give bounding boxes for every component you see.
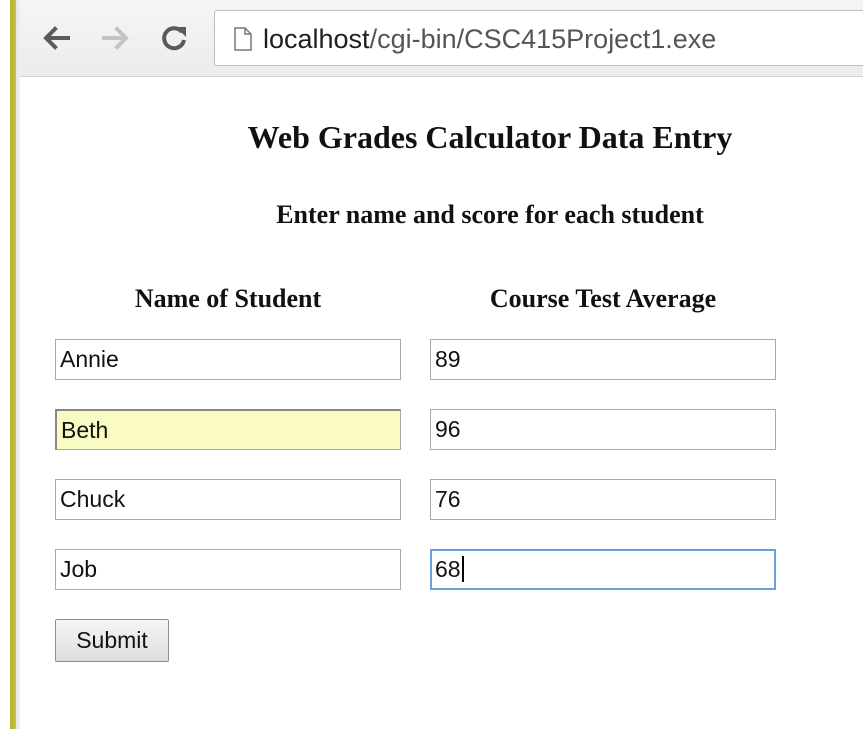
page-subtitle: Enter name and score for each student xyxy=(276,200,704,229)
window-edge xyxy=(0,0,20,729)
url-path: /cgi-bin/CSC415Project1.exe xyxy=(369,24,717,54)
score-input-4-value: 68 xyxy=(435,556,461,582)
submit-button[interactable]: Submit xyxy=(55,619,169,662)
student-score-input-3[interactable]: 76 xyxy=(430,479,776,520)
page-icon xyxy=(234,27,252,51)
browser-toolbar: localhost/cgi-bin/CSC415Project1.exe xyxy=(20,0,863,77)
student-name-input-2[interactable]: Beth xyxy=(55,409,401,450)
page-title: Web Grades Calculator Data Entry xyxy=(247,119,733,155)
text-cursor xyxy=(461,555,464,582)
student-name-input-4[interactable]: Job xyxy=(55,549,401,590)
back-button[interactable] xyxy=(38,20,74,56)
student-name-input-3[interactable]: Chuck xyxy=(55,479,401,520)
student-score-input-2[interactable]: 96 xyxy=(430,409,776,450)
student-name-input-1[interactable]: Annie xyxy=(55,339,401,380)
address-bar[interactable]: localhost/cgi-bin/CSC415Project1.exe xyxy=(214,10,863,66)
forward-arrow-icon xyxy=(102,26,129,50)
page-content: Web Grades Calculator Data Entry Enter n… xyxy=(20,77,863,729)
forward-button[interactable] xyxy=(98,20,134,56)
url-text: localhost/cgi-bin/CSC415Project1.exe xyxy=(263,11,716,67)
url-host: localhost xyxy=(263,24,370,54)
student-score-input-4[interactable]: 68 xyxy=(430,549,776,590)
score-column-header: Course Test Average xyxy=(489,284,717,313)
reload-icon xyxy=(162,26,186,51)
reload-button[interactable] xyxy=(156,20,192,56)
student-score-input-1[interactable]: 89 xyxy=(430,339,776,380)
name-column-header: Name of Student xyxy=(134,284,322,313)
back-arrow-icon xyxy=(43,26,70,50)
